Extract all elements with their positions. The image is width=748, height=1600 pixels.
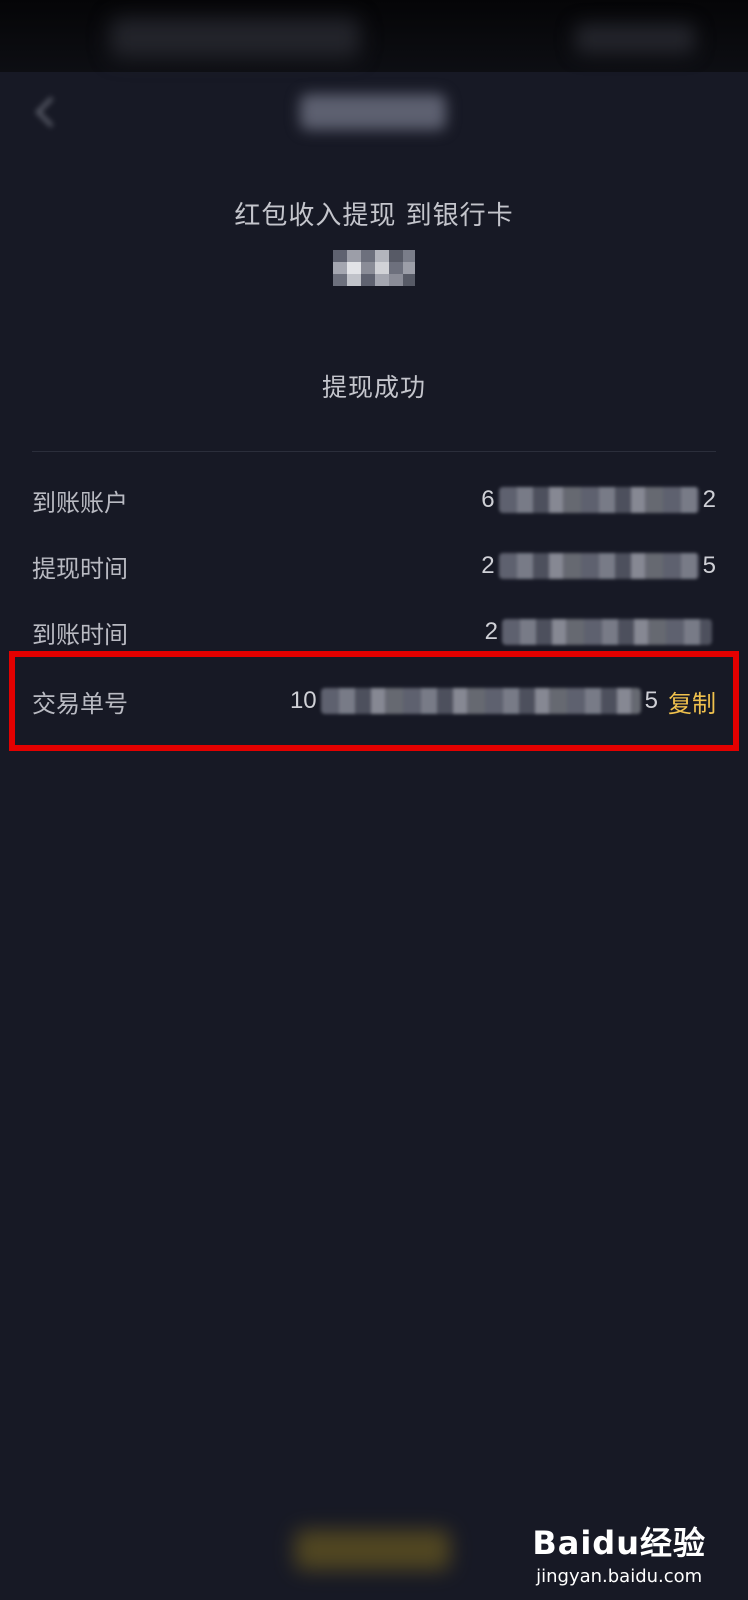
detail-value: 2 5 [481, 552, 716, 580]
value-prefix: 2 [481, 552, 495, 579]
divider [32, 451, 716, 452]
bottom-button-blurred[interactable] [295, 1530, 450, 1570]
detail-value: 2 [485, 618, 716, 646]
baidu-watermark: Baidu经验 jingyan.baidu.com [532, 1518, 706, 1587]
redacted-mosaic [502, 619, 712, 645]
withdraw-title: 红包收入提现 到银行卡 [234, 201, 514, 231]
detail-label: 到账时间 [32, 620, 128, 649]
withdraw-header: 红包收入提现 到银行卡 [0, 195, 748, 290]
amount-mosaic [329, 246, 419, 290]
page-title-blurred [300, 94, 446, 130]
value-suffix: 5 [702, 552, 716, 579]
withdraw-status: 提现成功 [321, 373, 426, 402]
detail-label: 提现时间 [32, 554, 128, 583]
status-bar-left-blurred [110, 18, 360, 58]
back-arrow-icon[interactable] [24, 90, 68, 134]
detail-row-withdraw-time: 提现时间 2 5 [32, 536, 716, 596]
navigation-bar [0, 72, 748, 152]
value-suffix: 2 [702, 486, 716, 513]
watermark-logo: Baidu经验 [532, 1524, 706, 1562]
status-bar [0, 0, 748, 72]
watermark-url: jingyan.baidu.com [536, 1566, 703, 1587]
value-prefix: 2 [484, 618, 498, 645]
value-prefix: 6 [481, 486, 495, 513]
status-bar-right-blurred [575, 24, 695, 54]
detail-row-account: 到账账户 6 2 [32, 470, 716, 530]
detail-label: 到账账户 [32, 488, 128, 517]
highlight-annotation-box [9, 651, 739, 751]
detail-value: 6 2 [481, 486, 716, 514]
redacted-mosaic [498, 553, 699, 579]
redacted-mosaic [498, 487, 699, 513]
